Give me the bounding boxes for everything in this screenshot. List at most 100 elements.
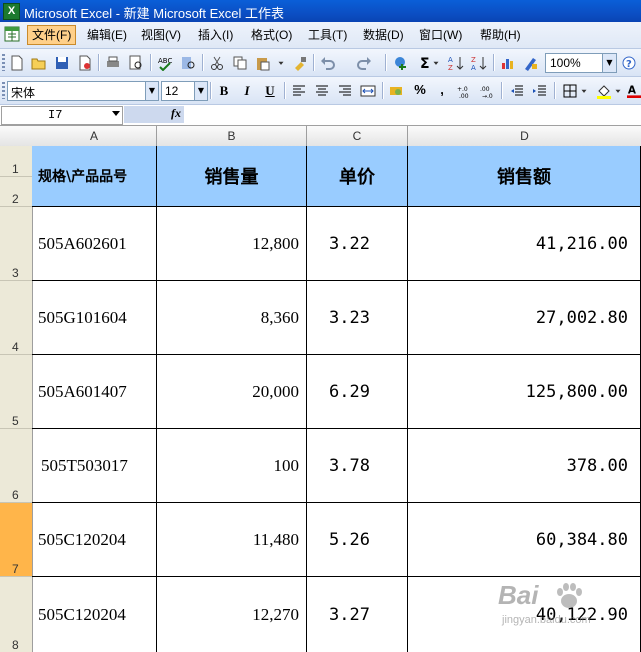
formula-input[interactable] — [186, 106, 640, 123]
menu-edit[interactable]: 编辑(E) — [83, 26, 131, 44]
table-cell[interactable]: 505A601407 — [32, 355, 157, 429]
fill-color-icon[interactable] — [594, 81, 614, 100]
borders-dropdown-icon[interactable] — [579, 81, 589, 100]
name-box-dropdown-icon[interactable] — [112, 111, 120, 116]
insert-function-icon[interactable]: fx — [171, 106, 181, 121]
font-dropdown-icon[interactable]: ▼ — [145, 82, 158, 100]
table-cell[interactable]: 505T503017 — [32, 429, 157, 503]
table-cell[interactable]: 3.78 — [307, 429, 408, 503]
italic-button[interactable]: I — [237, 82, 257, 100]
autosum-dropdown-icon[interactable] — [431, 53, 441, 72]
toolbar-grip[interactable] — [2, 82, 5, 99]
table-cell[interactable]: 60,384.80 — [408, 503, 641, 577]
table-cell[interactable]: 505C120204 — [32, 503, 157, 577]
header-cell-amount[interactable]: 销售额 — [408, 146, 641, 207]
new-icon[interactable] — [7, 53, 27, 72]
align-left-icon[interactable] — [289, 81, 309, 100]
print-preview-icon[interactable] — [126, 53, 146, 72]
column-header-a[interactable]: A — [32, 126, 157, 147]
paste-icon[interactable] — [253, 53, 273, 72]
font-color-icon[interactable]: A — [627, 81, 641, 100]
font-size-select[interactable]: 12 ▼ — [161, 81, 208, 101]
help-icon[interactable]: ? — [619, 53, 639, 72]
menu-tools[interactable]: 工具(T) — [304, 26, 351, 44]
open-icon[interactable] — [29, 53, 49, 72]
column-header-c[interactable]: C — [307, 126, 408, 147]
row-header-4[interactable]: 4 — [0, 281, 33, 355]
header-cell-price[interactable]: 单价 — [307, 146, 408, 207]
header-cell-spec[interactable]: 规格\产品品号 — [32, 146, 157, 207]
workbook-icon[interactable] — [4, 26, 22, 43]
chart-wizard-icon[interactable] — [498, 53, 518, 72]
merge-center-icon[interactable] — [358, 81, 378, 100]
hyperlink-icon[interactable] — [391, 53, 411, 72]
percent-button[interactable]: % — [410, 82, 430, 100]
redo-icon[interactable] — [354, 53, 374, 72]
zoom-box[interactable]: 100% ▼ — [545, 53, 617, 73]
row-header-7[interactable]: 7 — [0, 503, 33, 577]
format-painter-icon[interactable] — [290, 53, 310, 72]
row-header-6[interactable]: 6 — [0, 429, 33, 503]
cut-icon[interactable] — [207, 53, 227, 72]
row-header-2[interactable]: 2 — [0, 177, 33, 207]
table-cell[interactable]: 41,216.00 — [408, 207, 641, 281]
sort-descending-icon[interactable]: ZA — [469, 53, 489, 72]
menu-help[interactable]: 帮助(H) — [476, 26, 525, 44]
align-center-icon[interactable] — [312, 81, 332, 100]
increase-indent-icon[interactable] — [530, 81, 550, 100]
table-cell[interactable]: 3.27 — [307, 577, 408, 652]
row-header-8[interactable]: 8 — [0, 577, 33, 652]
research-icon[interactable] — [178, 53, 198, 72]
font-name-select[interactable]: 宋体 ▼ — [7, 81, 159, 101]
decrease-decimal-icon[interactable]: .00 →.0 — [478, 81, 498, 100]
column-header-b[interactable]: B — [157, 126, 307, 147]
increase-decimal-icon[interactable]: +.0.00 — [455, 81, 475, 100]
print-icon[interactable] — [103, 53, 123, 72]
table-cell[interactable]: 12,800 — [157, 207, 307, 281]
font-size-dropdown-icon[interactable]: ▼ — [194, 82, 207, 100]
decrease-indent-icon[interactable] — [507, 81, 527, 100]
name-box[interactable]: I7 — [1, 106, 123, 125]
zoom-dropdown-icon[interactable]: ▼ — [602, 54, 616, 72]
permission-icon[interactable] — [75, 53, 95, 72]
table-cell[interactable]: 8,360 — [157, 281, 307, 355]
table-cell[interactable]: 125,800.00 — [408, 355, 641, 429]
column-header-d[interactable]: D — [408, 126, 641, 147]
menu-file[interactable]: 文件(F) — [27, 25, 77, 45]
sort-ascending-icon[interactable]: AZ — [446, 53, 466, 72]
table-cell[interactable]: 505A602601 — [32, 207, 157, 281]
table-cell[interactable]: 505C120204 — [32, 577, 157, 652]
table-cell[interactable]: 505G101604 — [32, 281, 157, 355]
bold-button[interactable]: B — [214, 82, 234, 100]
menu-data[interactable]: 数据(D) — [359, 26, 408, 44]
table-cell[interactable]: 3.22 — [307, 207, 408, 281]
table-cell[interactable]: 20,000 — [157, 355, 307, 429]
table-cell[interactable]: 11,480 — [157, 503, 307, 577]
row-header-5[interactable]: 5 — [0, 355, 33, 429]
table-cell[interactable]: 6.29 — [307, 355, 408, 429]
table-cell[interactable]: 5.26 — [307, 503, 408, 577]
row-header-1[interactable]: 1 — [0, 146, 33, 177]
header-cell-quantity[interactable]: 销售量 — [157, 146, 307, 207]
table-cell[interactable]: 27,002.80 — [408, 281, 641, 355]
menu-view[interactable]: 视图(V) — [137, 26, 185, 44]
spelling-icon[interactable]: ABC — [155, 53, 175, 72]
undo-icon[interactable] — [318, 53, 338, 72]
copy-icon[interactable] — [230, 53, 250, 72]
fill-color-dropdown-icon[interactable] — [613, 81, 623, 100]
paste-dropdown-icon[interactable] — [276, 53, 286, 72]
comma-button[interactable]: , — [432, 82, 452, 100]
drawing-icon[interactable] — [521, 53, 541, 72]
menu-format[interactable]: 格式(O) — [247, 26, 296, 44]
borders-icon[interactable] — [560, 81, 580, 100]
toolbar-grip[interactable] — [2, 54, 5, 71]
currency-icon[interactable] — [387, 81, 407, 100]
menu-window[interactable]: 窗口(W) — [415, 26, 466, 44]
table-cell[interactable]: 12,270 — [157, 577, 307, 652]
table-cell[interactable]: 378.00 — [408, 429, 641, 503]
select-all-corner[interactable] — [0, 126, 33, 147]
menu-insert[interactable]: 插入(I) — [194, 26, 237, 44]
save-icon[interactable] — [52, 53, 72, 72]
row-header-3[interactable]: 3 — [0, 207, 33, 281]
table-cell[interactable]: 100 — [157, 429, 307, 503]
